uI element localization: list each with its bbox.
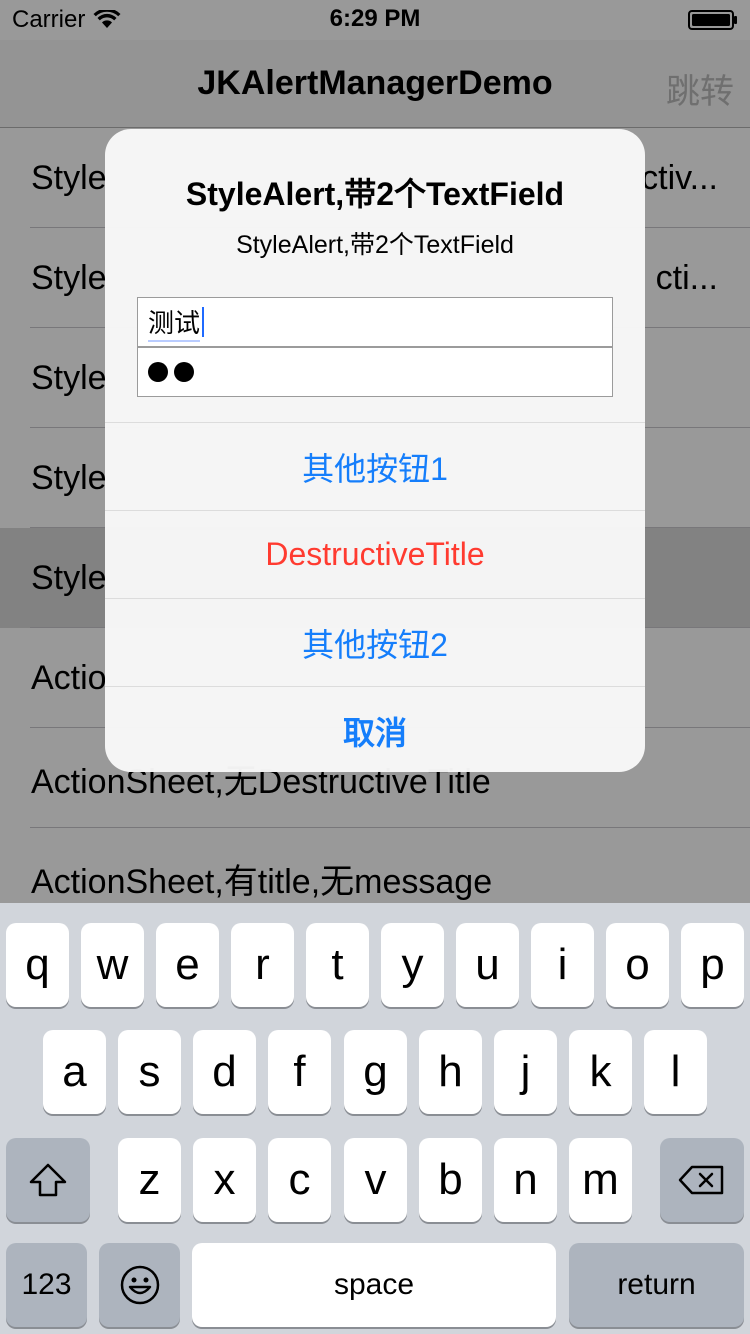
key-a[interactable]: a [43, 1030, 106, 1114]
key-v[interactable]: v [344, 1138, 407, 1222]
shift-icon [29, 1163, 67, 1197]
numbers-key[interactable]: 123 [6, 1243, 87, 1327]
password-dot [174, 362, 194, 382]
alert-dialog: StyleAlert,带2个TextField StyleAlert,带2个Te… [105, 129, 645, 772]
keyboard: q w e r t y u i o p a s d f g h j k l z … [0, 903, 750, 1334]
key-u[interactable]: u [456, 923, 519, 1007]
key-o[interactable]: o [606, 923, 669, 1007]
key-f[interactable]: f [268, 1030, 331, 1114]
key-b[interactable]: b [419, 1138, 482, 1222]
emoji-icon [120, 1265, 159, 1305]
key-t[interactable]: t [306, 923, 369, 1007]
key-r[interactable]: r [231, 923, 294, 1007]
text-field-value: 测试 [148, 303, 201, 342]
key-k[interactable]: k [569, 1030, 632, 1114]
return-key[interactable]: return [569, 1243, 744, 1327]
key-l[interactable]: l [644, 1030, 707, 1114]
destructive-button[interactable]: DestructiveTitle [105, 510, 645, 598]
key-w[interactable]: w [81, 923, 144, 1007]
key-s[interactable]: s [118, 1030, 181, 1114]
key-z[interactable]: z [118, 1138, 181, 1222]
backspace-key[interactable] [660, 1138, 744, 1222]
backspace-icon [678, 1165, 724, 1195]
alert-title: StyleAlert,带2个TextField [185, 176, 565, 212]
cancel-button[interactable]: 取消 [105, 686, 645, 772]
key-h[interactable]: h [419, 1030, 482, 1114]
key-i[interactable]: i [531, 923, 594, 1007]
other-button-2[interactable]: 其他按钮2 [105, 598, 645, 686]
key-m[interactable]: m [569, 1138, 632, 1222]
alert-message: StyleAlert,带2个TextField [236, 231, 514, 259]
alert-secure-text-field[interactable] [137, 347, 613, 397]
key-e[interactable]: e [156, 923, 219, 1007]
other-button-1[interactable]: 其他按钮1 [105, 422, 645, 510]
key-j[interactable]: j [494, 1030, 557, 1114]
emoji-key[interactable] [99, 1243, 180, 1327]
key-g[interactable]: g [344, 1030, 407, 1114]
password-dot [148, 362, 168, 382]
key-n[interactable]: n [494, 1138, 557, 1222]
text-cursor [202, 307, 205, 337]
key-q[interactable]: q [6, 923, 69, 1007]
password-dots [148, 362, 194, 382]
shift-key[interactable] [6, 1138, 90, 1222]
key-d[interactable]: d [193, 1030, 256, 1114]
space-key[interactable]: space [192, 1243, 556, 1327]
key-y[interactable]: y [381, 923, 444, 1007]
key-c[interactable]: c [268, 1138, 331, 1222]
alert-text-field-1[interactable]: 测试 [137, 297, 613, 347]
key-x[interactable]: x [193, 1138, 256, 1222]
key-p[interactable]: p [681, 923, 744, 1007]
